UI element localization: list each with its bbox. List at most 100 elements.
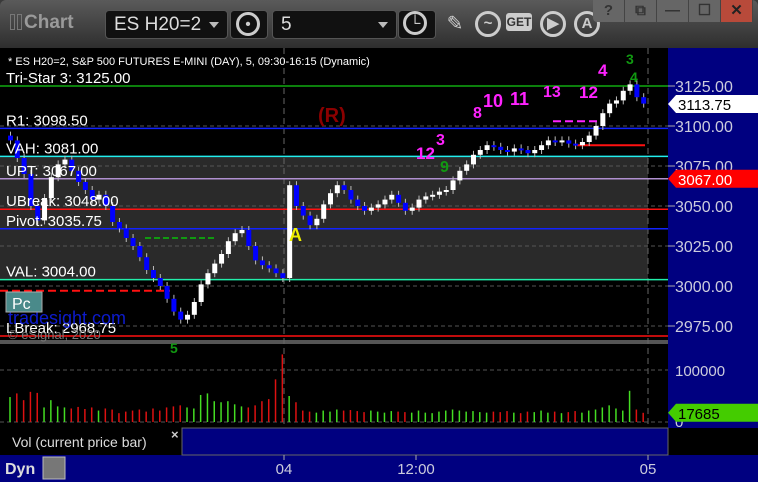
candle [443, 190, 449, 192]
get-data-icon[interactable]: GET [506, 13, 532, 31]
pc-label: Pc [12, 296, 31, 313]
level-label: VAL: 3004.00 [6, 264, 96, 281]
candle [613, 100, 619, 104]
candle [341, 185, 347, 190]
candle [511, 148, 517, 152]
candle [430, 194, 436, 197]
candle [464, 164, 470, 171]
candle [307, 215, 313, 226]
candle [409, 207, 415, 211]
y-tick-label: 2975.00 [675, 319, 733, 336]
candle [334, 185, 340, 194]
candle [171, 298, 177, 312]
candle [627, 84, 633, 91]
candle [355, 199, 361, 206]
candle [382, 199, 388, 205]
candle [191, 302, 197, 315]
candle [362, 206, 368, 211]
app-title: Chart [10, 12, 74, 34]
close-study-icon[interactable]: × [171, 427, 179, 442]
candle [505, 150, 511, 152]
lock-icon[interactable] [42, 456, 66, 480]
candle [212, 263, 218, 274]
level-label: VAH: 3081.00 [6, 140, 98, 157]
chart-annotation: 10 [483, 91, 503, 111]
candle [586, 135, 592, 142]
level-label: R1: 3098.50 [6, 112, 88, 129]
candle [423, 196, 429, 200]
last-price-tag: 3113.75 [678, 97, 731, 114]
minimize-button[interactable]: — [657, 0, 689, 22]
candle [593, 126, 599, 136]
candle [293, 185, 299, 206]
candle [539, 145, 545, 150]
candle [532, 150, 538, 154]
app-title-text: Chart [24, 12, 74, 33]
chart-annotation: 4 [630, 69, 638, 85]
help-button[interactable]: ? [593, 0, 625, 22]
candle [144, 257, 150, 270]
play-icon[interactable]: ▶ [540, 11, 566, 37]
chart-area[interactable]: 3125.003100.003075.003050.003025.003000.… [0, 48, 758, 482]
chart-annotation: 3 [626, 51, 634, 67]
maximize-button[interactable]: ☐ [689, 0, 721, 22]
candle [137, 246, 143, 258]
symbol-dropdown[interactable]: ES H20=2 [105, 10, 228, 39]
time-template-button[interactable]: └ [398, 10, 436, 39]
candle [225, 241, 231, 254]
candle [375, 204, 381, 208]
chart-annotation: (R) [318, 105, 346, 127]
chart-annotation: 11 [510, 89, 529, 109]
candle [321, 204, 327, 219]
y-tick-label: 3025.00 [675, 239, 733, 256]
interval-dropdown[interactable]: 5 [272, 10, 397, 39]
candle [470, 154, 476, 165]
symbol-value: ES H20=2 [114, 14, 202, 35]
chart-annotation: 13 [543, 84, 561, 101]
candle [198, 284, 204, 302]
chart-annotation: 9 [440, 159, 449, 176]
candle [402, 202, 408, 211]
window-controls: ? ⧉ — ☐ ✕ [593, 0, 753, 22]
level-label: Tri-Star 3: 3125.00 [6, 70, 131, 87]
vol-label: Vol (current price bar) [12, 434, 147, 450]
chart-annotation: 4 [598, 61, 608, 80]
candle [328, 193, 333, 205]
vol-tick-label: 100000 [675, 363, 725, 380]
candle [566, 140, 572, 144]
candle [450, 180, 456, 190]
interval-value: 5 [281, 14, 292, 35]
candle [498, 146, 504, 150]
chart-annotation: 3 [436, 132, 445, 149]
level-label: UPT: 3067.00 [6, 163, 97, 180]
candle [389, 194, 395, 200]
chevron-down-icon [378, 22, 388, 28]
candle [477, 150, 483, 155]
candle [436, 191, 442, 195]
dyn-label[interactable]: Dyn [5, 461, 35, 478]
candle [396, 194, 402, 203]
symbol-settings-button[interactable]: • [230, 10, 268, 39]
candle [246, 230, 252, 246]
studies-icon[interactable]: ~ [475, 11, 501, 37]
grip-icon[interactable] [10, 14, 15, 30]
candle [130, 238, 136, 246]
candle [259, 260, 265, 266]
candle [219, 254, 225, 264]
pencil-icon[interactable]: ✎ [441, 10, 469, 38]
gear-icon: • [236, 12, 260, 36]
y-tick-label: 3125.00 [675, 79, 733, 96]
candle [579, 142, 585, 146]
y-tick-label: 3050.00 [675, 199, 733, 216]
chart-annotation: 12 [579, 83, 598, 102]
candle [116, 222, 122, 229]
chart-annotation: 5 [170, 340, 178, 356]
y-tick-label: 3100.00 [675, 119, 733, 136]
close-button[interactable]: ✕ [721, 0, 753, 22]
candle [232, 233, 238, 242]
candle [416, 199, 422, 208]
candle [457, 170, 463, 181]
link-button[interactable]: ⧉ [625, 0, 657, 22]
y-tick-label: 3000.00 [675, 279, 733, 296]
grip-icon[interactable] [17, 14, 22, 30]
